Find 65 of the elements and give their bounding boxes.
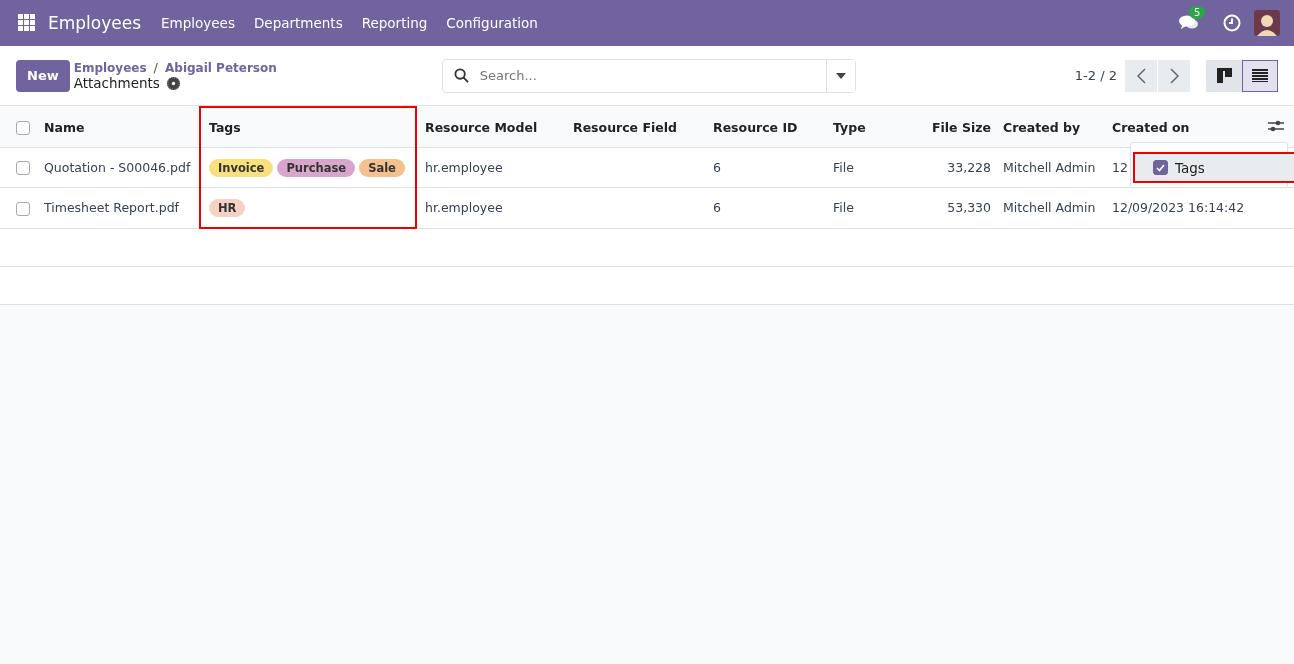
table-cell: 6 xyxy=(713,160,721,175)
column-header[interactable]: Name xyxy=(36,107,200,148)
table-cell: 33,228 xyxy=(947,160,991,175)
list-icon xyxy=(1252,69,1268,82)
column-settings-icon[interactable] xyxy=(1268,118,1284,133)
select-all-checkbox[interactable] xyxy=(16,120,30,135)
clock-icon[interactable] xyxy=(1223,14,1241,32)
table-cell: Mitchell Admin xyxy=(1003,200,1096,216)
table-cell: Quotation - S00046.pdf xyxy=(44,160,191,175)
tag-badge: Purchase xyxy=(277,158,356,177)
breadcrumb-link[interactable]: Abigail Peterson xyxy=(165,60,277,75)
table-cell: File xyxy=(833,200,854,216)
message-count-badge: 5 xyxy=(1189,6,1206,19)
search-field[interactable]: Search... xyxy=(477,67,826,84)
breadcrumb-link[interactable]: Employees xyxy=(73,60,147,75)
checkmark-icon xyxy=(1156,163,1165,172)
row-checkbox[interactable] xyxy=(16,201,30,216)
app-name[interactable]: Employees xyxy=(48,13,142,33)
table-cell: Mitchell Admin xyxy=(1003,160,1096,175)
table-cell: File xyxy=(833,160,854,175)
breadcrumb-separator: / xyxy=(153,60,158,75)
chevron-left-icon xyxy=(1136,67,1146,84)
column-header[interactable]: Created on xyxy=(1104,107,1260,148)
gear-icon[interactable] xyxy=(166,76,180,90)
chevron-right-icon xyxy=(1169,67,1179,84)
column-toggle-item[interactable]: Tags xyxy=(1133,152,1294,183)
column-header[interactable]: Resource Model xyxy=(416,107,565,148)
checkbox[interactable] xyxy=(1153,160,1168,175)
next-button[interactable] xyxy=(1158,59,1190,92)
table-cell: 12 xyxy=(1112,160,1128,175)
new-button[interactable]: New xyxy=(16,59,70,92)
caret-icon xyxy=(835,72,846,79)
kanban-view-button[interactable] xyxy=(1206,59,1242,92)
chat-icon[interactable] xyxy=(1179,15,1199,31)
table-cell: Timesheet Report.pdf xyxy=(44,200,179,216)
column-header[interactable]: File Size xyxy=(900,107,995,148)
page-title: Attachments xyxy=(73,75,160,91)
column-header[interactable]: Type xyxy=(825,107,900,148)
search-icon xyxy=(453,68,469,83)
list-view-button[interactable] xyxy=(1242,59,1278,92)
table-cell: 12/09/2023 16:14:42 xyxy=(1112,200,1245,216)
menu-item[interactable]: Departments xyxy=(253,15,343,31)
table-cell: 53,330 xyxy=(947,200,991,216)
tag-badge: HR xyxy=(209,198,246,217)
menu-item[interactable]: Reporting xyxy=(361,15,428,31)
row-checkbox[interactable] xyxy=(16,161,30,176)
search-options-toggle[interactable] xyxy=(825,59,855,92)
tag-badge: Sale xyxy=(359,158,405,177)
column-header[interactable]: Tags xyxy=(200,107,416,148)
table-cell: 6 xyxy=(713,200,721,216)
previous-button[interactable] xyxy=(1125,59,1157,92)
column-header[interactable]: Created by xyxy=(995,107,1104,148)
kanban-icon xyxy=(1216,68,1232,83)
menu-item[interactable]: Employees xyxy=(161,15,235,31)
pager-value[interactable]: 1-2 / 2 xyxy=(1074,68,1117,83)
menu-item[interactable]: Configuration xyxy=(446,15,538,31)
menu-item-label: Tags xyxy=(1175,159,1205,176)
column-header[interactable]: Resource ID xyxy=(705,107,825,148)
search-bar[interactable]: Search... xyxy=(441,58,856,93)
table-cell: hr.employee xyxy=(425,200,503,216)
column-header[interactable]: Resource Field xyxy=(565,107,705,148)
tag-badge: Invoice xyxy=(209,158,274,177)
table-cell: hr.employee xyxy=(425,160,503,175)
apps-grid-icon[interactable] xyxy=(18,14,36,32)
avatar[interactable] xyxy=(1254,10,1280,36)
